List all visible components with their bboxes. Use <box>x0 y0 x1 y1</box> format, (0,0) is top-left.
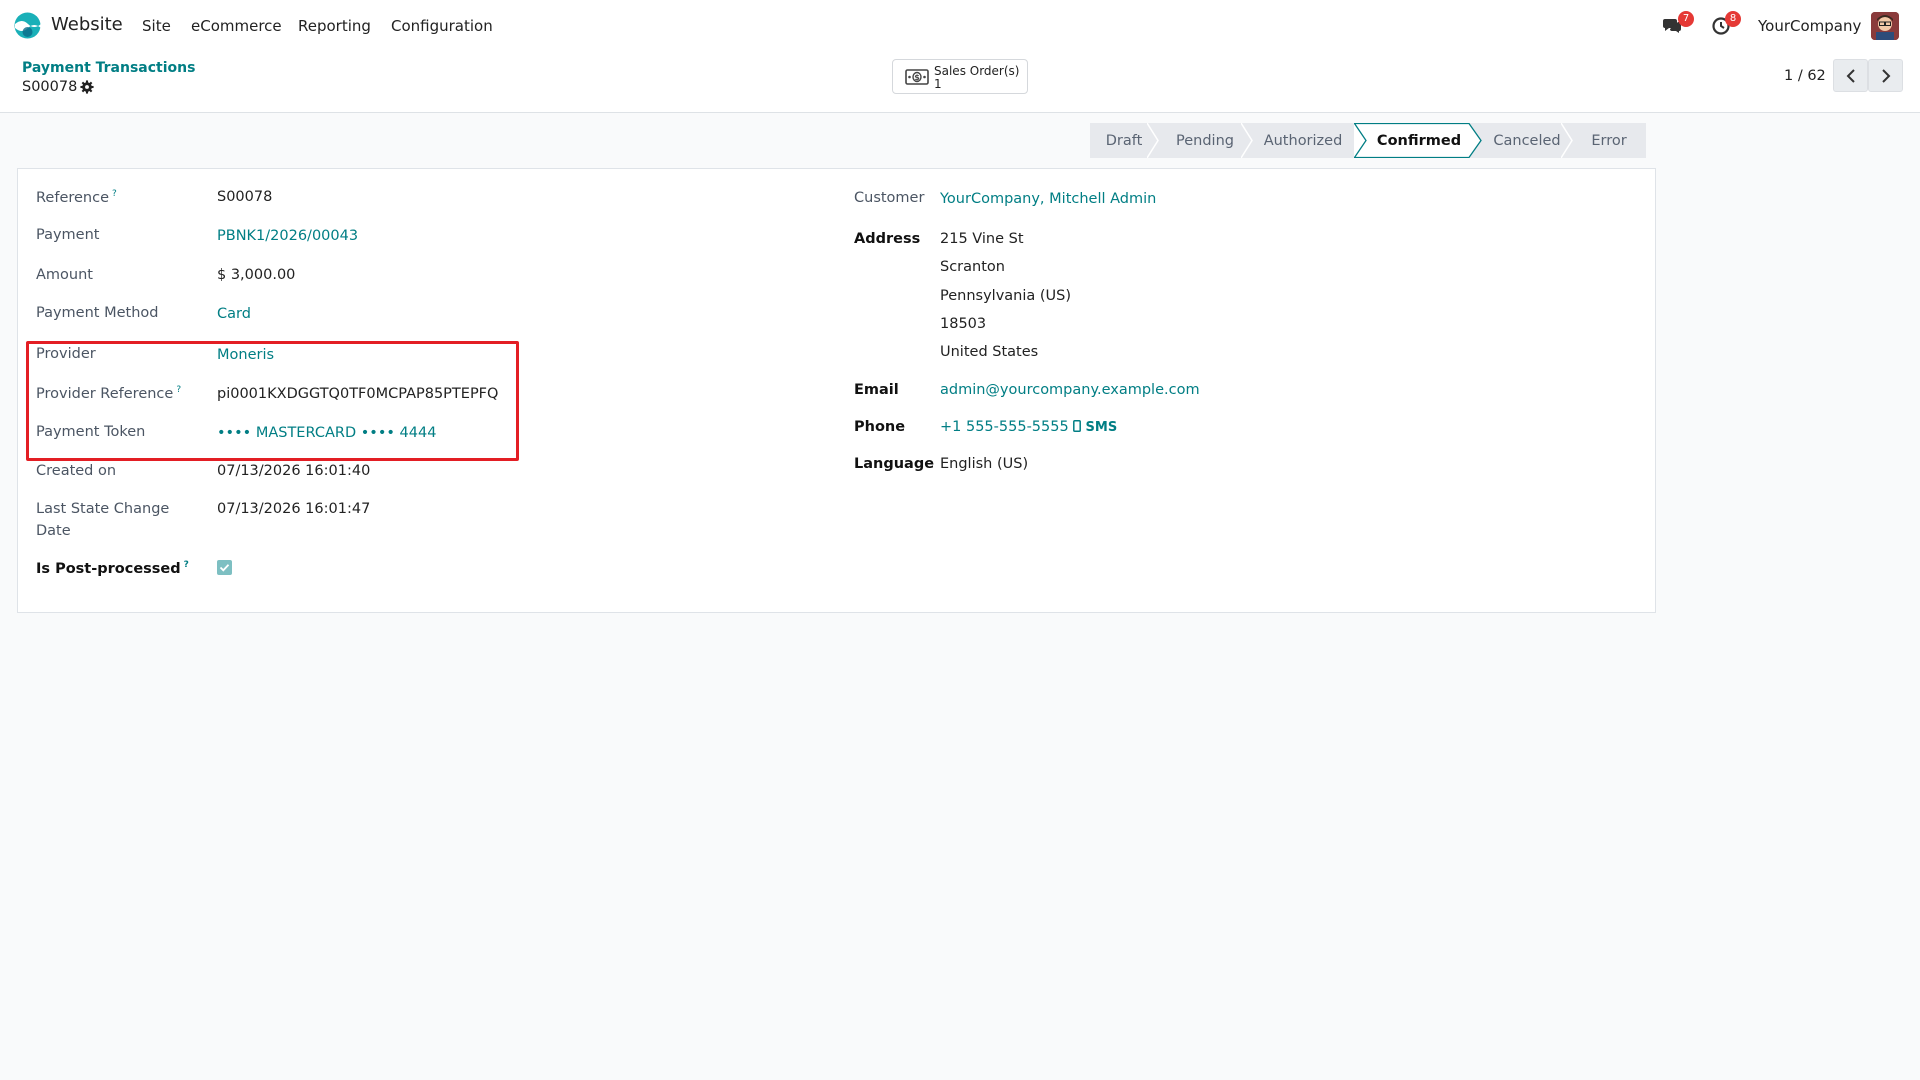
top-navbar: Website Site eCommerce Reporting Configu… <box>0 0 1920 50</box>
address-state: Pennsylvania (US) <box>940 288 1072 304</box>
stage-label: Authorized <box>1263 132 1343 149</box>
created-on-value[interactable]: 07/13/2026 16:01:40 <box>217 463 370 479</box>
stage-label: Confirmed <box>1376 132 1462 149</box>
email-label: Email <box>854 382 899 398</box>
address-street: 215 Vine St <box>940 231 1024 247</box>
address-country: United States <box>940 344 1039 360</box>
stage-label: Canceled <box>1493 132 1561 149</box>
stage-separator <box>1147 123 1159 158</box>
reference-label-text: Reference <box>36 189 110 206</box>
svg-text:$: $ <box>914 73 920 82</box>
stage-error[interactable]: Error <box>1572 123 1646 158</box>
stage-label: Pending <box>1176 132 1234 149</box>
chevron-left-icon <box>1846 69 1855 83</box>
chevron-right-icon <box>1882 69 1891 83</box>
stage-label: Draft <box>1105 132 1143 149</box>
last-state-change-label-line2: Date <box>36 523 71 539</box>
control-panel: Payment Transactions S00078 $ Sales Orde… <box>0 50 1920 113</box>
reference-label: Reference? <box>36 189 117 206</box>
is-post-processed-label: Is Post-processed? <box>36 560 189 577</box>
smart-button-label: Sales Order(s) <box>934 64 1020 78</box>
email-link[interactable]: admin@yourcompany.example.com <box>940 382 1200 398</box>
menu-ecommerce[interactable]: eCommerce <box>191 17 282 35</box>
smart-button-count: 1 <box>934 77 942 91</box>
stage-label: Error <box>1591 132 1627 149</box>
address-label: Address <box>854 231 921 247</box>
breadcrumb-payment-transactions[interactable]: Payment Transactions <box>22 60 195 76</box>
website-app-icon[interactable] <box>14 12 41 39</box>
company-switcher[interactable]: YourCompany <box>1758 17 1861 35</box>
payment-method-label: Payment Method <box>36 305 159 321</box>
address-city: Scranton <box>940 259 1005 275</box>
checkmark-icon <box>219 564 230 572</box>
gear-icon[interactable] <box>80 80 94 94</box>
user-avatar[interactable] <box>1871 12 1899 40</box>
stage-separator <box>1241 123 1253 158</box>
customer-link[interactable]: YourCompany, Mitchell Admin <box>940 191 1156 207</box>
stage-separator <box>1561 123 1573 158</box>
sms-button[interactable]: SMS <box>1073 420 1117 435</box>
pager-next-button[interactable] <box>1868 59 1903 92</box>
menu-configuration[interactable]: Configuration <box>391 17 493 35</box>
address-zip: 18503 <box>940 316 987 332</box>
menu-site[interactable]: Site <box>142 17 171 35</box>
last-state-change-label: Last State Change <box>36 501 170 517</box>
payment-link[interactable]: PBNK1/2026/00043 <box>217 228 358 244</box>
customer-label: Customer <box>854 190 925 206</box>
amount-label: Amount <box>36 267 93 283</box>
mobile-phone-icon <box>1073 420 1081 432</box>
help-tooltip-icon[interactable]: ? <box>112 189 117 199</box>
stage-draft[interactable]: Draft <box>1090 123 1159 158</box>
stage-authorized[interactable]: Authorized <box>1252 123 1354 158</box>
stage-pending[interactable]: Pending <box>1158 123 1253 158</box>
created-on-label: Created on <box>36 463 117 479</box>
amount-value[interactable]: $ 3,000.00 <box>217 267 295 283</box>
pager-previous-button[interactable] <box>1833 59 1868 92</box>
stage-canceled[interactable]: Canceled <box>1470 123 1573 158</box>
last-state-change-value[interactable]: 07/13/2026 16:01:47 <box>217 501 370 517</box>
stage-confirmed[interactable]: Confirmed <box>1354 123 1482 158</box>
menu-reporting[interactable]: Reporting <box>298 17 371 35</box>
money-icon: $ <box>905 69 929 85</box>
record-name: S00078 <box>22 79 78 95</box>
sales-orders-smart-button[interactable]: $ Sales Order(s) 1 <box>892 59 1028 94</box>
highlight-box <box>26 341 519 461</box>
pager-value[interactable]: 1 / 62 <box>1784 68 1826 84</box>
is-post-processed-label-text: Is Post-processed <box>36 560 181 577</box>
payment-method-link[interactable]: Card <box>217 306 251 322</box>
language-value[interactable]: English (US) <box>940 456 1028 472</box>
activities-badge: 8 <box>1725 11 1741 27</box>
messages-badge: 7 <box>1678 11 1694 27</box>
status-bar: Draft Pending Authorized Confirmed Cance… <box>1090 123 1646 158</box>
phone-label: Phone <box>854 419 906 435</box>
is-post-processed-checkbox[interactable] <box>217 560 232 575</box>
sms-label: SMS <box>1085 420 1118 435</box>
language-label: Language <box>854 456 935 472</box>
help-tooltip-icon[interactable]: ? <box>184 560 189 570</box>
payment-label: Payment <box>36 227 100 243</box>
phone-link[interactable]: +1 555-555-5555 <box>940 419 1069 435</box>
reference-value[interactable]: S00078 <box>217 189 272 205</box>
app-name[interactable]: Website <box>51 14 123 35</box>
